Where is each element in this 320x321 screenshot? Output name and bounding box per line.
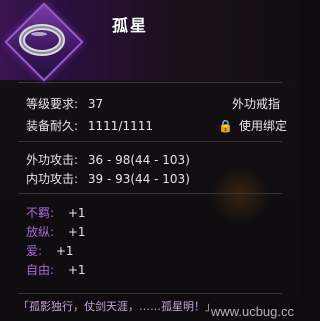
attribute-row: 爱: +1 bbox=[26, 242, 74, 259]
item-tooltip: 孤星 等级要求: 37 外功戒指 装备耐久: 1111/1111 🔒 使用绑定 外… bbox=[0, 0, 300, 321]
bind-status: 🔒 使用绑定 bbox=[218, 117, 287, 134]
level-label: 等级要求: bbox=[26, 97, 79, 111]
item-icon-frame bbox=[4, 2, 84, 82]
attribute-name: 不羁: bbox=[26, 206, 55, 220]
tooltip-header: 孤星 bbox=[0, 0, 300, 82]
attribute-value: +1 bbox=[67, 263, 86, 277]
outer-attack-label: 外功攻击: bbox=[26, 153, 79, 167]
durability-value: 1111/1111 bbox=[87, 119, 153, 133]
attribute-row: 放纵: +1 bbox=[26, 223, 86, 240]
attribute-value: +1 bbox=[67, 206, 86, 220]
inner-attack-label: 内功攻击: bbox=[26, 172, 79, 186]
attribute-name: 爱: bbox=[26, 244, 43, 258]
attribute-value: +1 bbox=[55, 244, 74, 258]
divider bbox=[18, 82, 282, 83]
attribute-row: 不羁: +1 bbox=[26, 204, 86, 221]
durability-label: 装备耐久: bbox=[26, 119, 79, 133]
inner-attack-value: 39 - 93(44 - 103) bbox=[87, 172, 190, 186]
outer-attack-value: 36 - 98(44 - 103) bbox=[87, 153, 190, 167]
attribute-name: 放纵: bbox=[26, 225, 55, 239]
lock-icon: 🔒 bbox=[218, 119, 233, 133]
attribute-name: 自由: bbox=[26, 263, 55, 277]
attribute-value: +1 bbox=[67, 225, 86, 239]
divider bbox=[18, 193, 282, 194]
outer-attack: 外功攻击: 36 - 98(44 - 103) bbox=[26, 151, 190, 168]
durability: 装备耐久: 1111/1111 bbox=[26, 117, 153, 134]
item-type: 外功戒指 bbox=[232, 97, 281, 111]
watermark: www.ucbug.cc bbox=[210, 304, 294, 319]
ring-icon bbox=[19, 24, 65, 56]
item-name: 孤星 bbox=[112, 16, 149, 35]
level-requirement: 等级要求: 37 bbox=[26, 95, 103, 112]
inner-attack: 内功攻击: 39 - 93(44 - 103) bbox=[26, 170, 190, 187]
level-value: 37 bbox=[87, 97, 104, 111]
background-decoration bbox=[210, 165, 270, 225]
divider bbox=[18, 141, 282, 142]
bind-text: 使用绑定 bbox=[238, 119, 287, 133]
attribute-row: 自由: +1 bbox=[26, 261, 86, 278]
